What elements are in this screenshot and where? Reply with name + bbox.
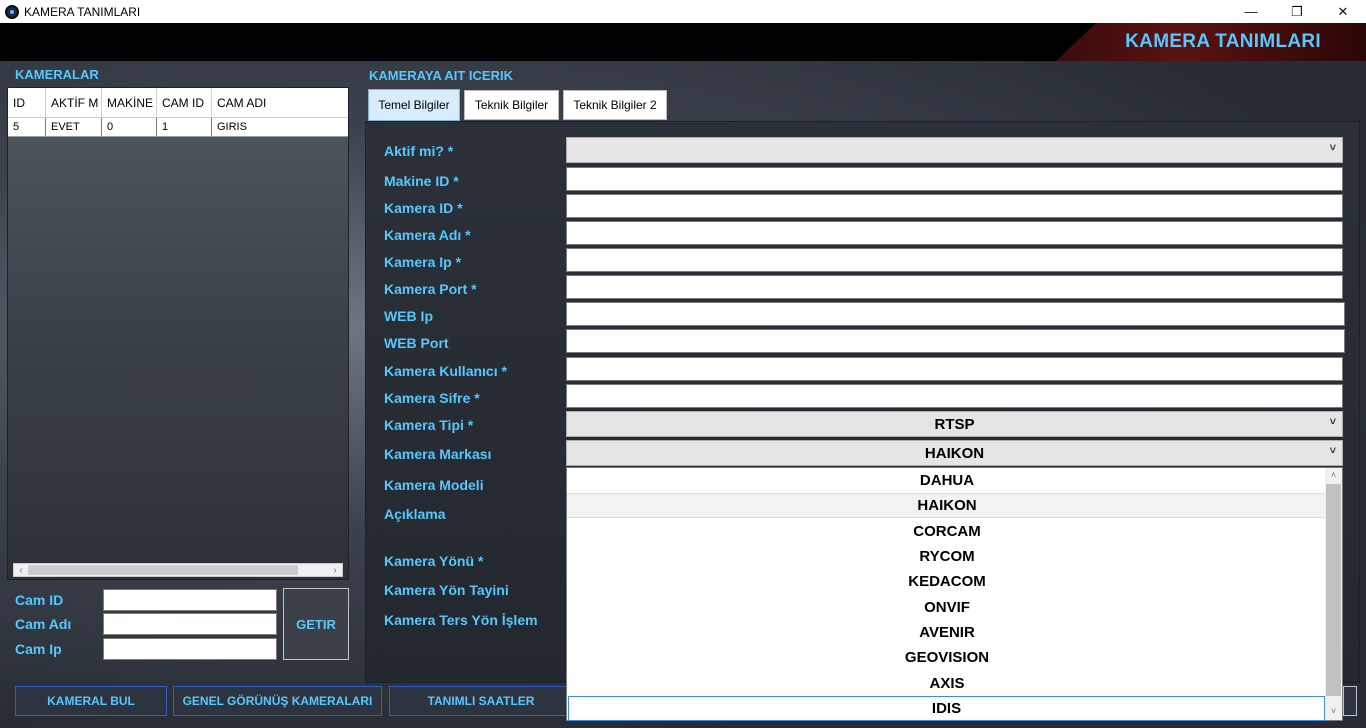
label-kamera-kullanici: Kamera Kullanıcı * [384, 363, 507, 379]
tanimli-saatler-button[interactable]: TANIMLI SAATLER [389, 686, 573, 716]
label-kamera-ters-yon: Kamera Ters Yön İşlem [384, 612, 538, 628]
cam-adi-label: Cam Adı [15, 616, 72, 632]
dropdown-option[interactable]: DAHUA [567, 468, 1327, 493]
label-kamera-port: Kamera Port * [384, 281, 477, 297]
web-port-input[interactable] [566, 329, 1345, 353]
camera-content-title: KAMERAYA AIT ICERIK [369, 68, 513, 83]
dropdown-option[interactable]: GEOVISION [567, 645, 1327, 670]
genel-gorunus-button[interactable]: GENEL GÖRÜNÜŞ KAMERALARI [173, 686, 382, 716]
dropdown-option[interactable]: CORCAM [567, 519, 1327, 544]
kamera-ip-input[interactable] [566, 248, 1343, 272]
dropdown-option-selected[interactable]: HAIKON [567, 493, 1327, 518]
minimize-button[interactable]: — [1228, 0, 1274, 23]
label-kamera-yon-tayini: Kamera Yön Tayini [384, 582, 509, 598]
cell-makine: 0 [102, 118, 157, 136]
dropdown-option[interactable]: ONVIF [567, 595, 1327, 620]
scroll-right-icon[interactable]: › [328, 565, 342, 576]
kamera-tipi-value: RTSP [934, 415, 975, 433]
chevron-down-icon: ˅ [1329, 416, 1336, 428]
bottom-right-button[interactable] [1343, 686, 1357, 716]
label-aktif-mi: Aktif mi? * [384, 143, 454, 159]
aktif-mi-select[interactable]: ˅ [566, 137, 1343, 163]
label-web-port: WEB Port [384, 335, 449, 351]
kameral-bul-button[interactable]: KAMERAL BUL [15, 686, 167, 716]
dropdown-option[interactable]: RYCOM [567, 544, 1327, 569]
dropdown-option[interactable]: KEDACOM [567, 569, 1327, 594]
label-kamera-tipi: Kamera Tipi * [384, 417, 474, 433]
dropdown-vertical-scrollbar[interactable]: ˄ ˅ [1325, 468, 1342, 720]
getir-button[interactable]: GETIR [283, 588, 349, 660]
scroll-up-icon[interactable]: ˄ [1325, 470, 1342, 480]
scroll-left-icon[interactable]: ‹ [14, 565, 28, 576]
kamera-id-input[interactable] [566, 194, 1343, 218]
kamera-markasi-dropdown[interactable]: DAHUA HAIKON CORCAM RYCOM KEDACOM ONVIF … [566, 467, 1343, 721]
cam-id-label: Cam ID [15, 592, 64, 608]
kamera-tipi-select[interactable]: RTSP ˅ [566, 411, 1343, 437]
grid-col-id[interactable]: ID [8, 88, 46, 117]
web-ip-input[interactable] [566, 302, 1345, 326]
header-title: KAMERA TANIMLARI [1125, 31, 1321, 52]
chevron-down-icon: ˅ [1329, 142, 1336, 154]
makine-id-input[interactable] [566, 167, 1343, 191]
label-kamera-adi: Kamera Adı * [384, 227, 471, 243]
grid-col-aktif[interactable]: AKTİF M [46, 88, 102, 117]
tab-teknik-bilgiler[interactable]: Teknik Bilgiler [464, 90, 559, 120]
window-titlebar: KAMERA TANIMLARI — ❐ ✕ [0, 0, 1366, 23]
scroll-thumb[interactable] [28, 565, 298, 575]
label-web-ip: WEB Ip [384, 308, 433, 324]
label-kamera-yonu: Kamera Yönü * [384, 553, 484, 569]
grid-col-cam-id[interactable]: CAM ID [157, 88, 212, 117]
grid-horizontal-scrollbar[interactable]: ‹ › [13, 563, 343, 577]
label-kamera-sifre: Kamera Sifre * [384, 390, 480, 406]
kamera-markasi-value: HAIKON [924, 444, 985, 462]
close-button[interactable]: ✕ [1320, 0, 1366, 23]
cell-cam-adi: GIRIS [217, 121, 247, 133]
cam-ip-label: Cam Ip [15, 641, 62, 657]
label-kamera-modeli: Kamera Modeli [384, 477, 484, 493]
kamera-kullanici-input[interactable] [566, 357, 1343, 381]
app-camera-icon [5, 4, 19, 19]
kamera-markasi-select[interactable]: HAIKON ˅ [566, 440, 1343, 466]
cameras-section-title: KAMERALAR [15, 67, 99, 82]
tab-teknik-bilgiler-2[interactable]: Teknik Bilgiler 2 [563, 90, 667, 120]
dropdown-option[interactable]: AVENIR [567, 620, 1327, 645]
grid-col-makine[interactable]: MAKİNE [102, 88, 157, 117]
chevron-down-icon: ˅ [1329, 445, 1336, 457]
kamera-port-input[interactable] [566, 275, 1343, 299]
cell-aktif: EVET [46, 118, 102, 136]
grid-header: ID AKTİF M MAKİNE CAM ID CAM ADI [8, 88, 348, 118]
kamera-adi-input[interactable] [566, 221, 1343, 245]
cameras-grid[interactable]: ID AKTİF M MAKİNE CAM ID CAM ADI 5 EVET … [7, 87, 349, 580]
label-kamera-id: Kamera ID * [384, 200, 463, 216]
cell-id: 5 [8, 118, 46, 136]
window-title: KAMERA TANIMLARI [24, 4, 141, 19]
kamera-sifre-input[interactable] [566, 384, 1343, 408]
tab-temel-bilgiler[interactable]: Temel Bilgiler [368, 89, 460, 121]
label-makine-id: Makine ID * [384, 173, 459, 189]
header-band: KAMERA TANIMLARI [0, 23, 1366, 61]
restore-button[interactable]: ❐ [1274, 0, 1320, 23]
dropdown-option[interactable]: AXIS [567, 671, 1327, 696]
cell-cam-id: 1 [157, 118, 212, 136]
cam-ip-input[interactable] [103, 638, 277, 660]
dropdown-option-focused[interactable]: IDIS [568, 696, 1325, 721]
label-kamera-ip: Kamera Ip * [384, 254, 462, 270]
table-row[interactable]: 5 EVET 0 1 GIRIS [8, 118, 348, 137]
label-kamera-markasi: Kamera Markası [384, 446, 492, 462]
cam-id-input[interactable] [103, 589, 277, 611]
scroll-thumb[interactable] [1326, 484, 1341, 696]
scroll-down-icon[interactable]: ˅ [1325, 706, 1342, 716]
label-aciklama: Açıklama [384, 506, 446, 522]
cam-adi-input[interactable] [103, 613, 277, 635]
grid-col-cam-adi[interactable]: CAM ADI [212, 88, 348, 117]
